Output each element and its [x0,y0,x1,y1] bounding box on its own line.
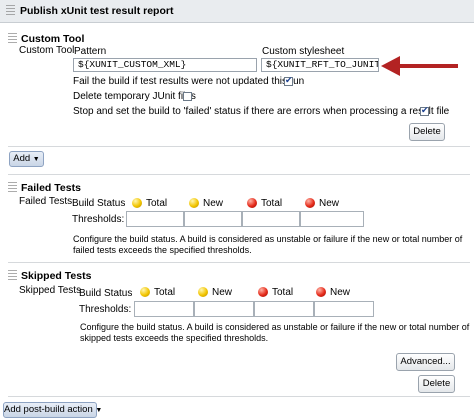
yellow-ball-icon [132,198,142,208]
skipped-new-failure-input[interactable] [314,301,374,317]
failed-new-failure-label: New [319,198,340,209]
failed-total-failure-label: Total [261,198,283,209]
divider [8,146,470,147]
option-fail-build-label: Fail the build if test results were not … [73,76,305,87]
option-delete-temp-label: Delete temporary JUnit files [73,91,196,102]
pattern-input[interactable]: ${XUNIT_CUSTOM_XML} [73,58,257,72]
option-stop-build-label: Stop and set the build to 'failed' statu… [73,106,450,117]
failed-new-failure-input[interactable] [300,211,364,227]
custom-tool-row-label: Custom Tool [19,45,75,56]
skipped-new-unstable-label: New [212,287,233,298]
failed-tests-row-label: Failed Tests [19,196,73,207]
custom-tool-section-title: Custom Tool [21,33,85,45]
chevron-down-icon: ▼ [32,156,40,163]
stop-build-checkbox[interactable] [420,105,429,116]
divider [8,262,470,263]
red-ball-icon [305,198,315,208]
skipped-new-failure-label: New [330,287,351,298]
red-ball-icon [316,287,326,297]
yellow-ball-icon [189,198,199,208]
advanced-button[interactable]: Advanced... [396,353,455,371]
skipped-thresholds-label: Thresholds: [79,304,132,315]
drag-handle-icon[interactable] [8,33,17,45]
stylesheet-input[interactable]: ${XUNIT_RFT_TO_JUNIT} [261,58,379,72]
divider [8,396,470,397]
skipped-total-unstable-label: Total [154,287,176,298]
delete-temp-checkbox[interactable] [183,92,192,101]
add-post-build-action-button[interactable]: Add post-build action ▼ [3,402,102,418]
skipped-total-failure-label: Total [272,287,294,298]
failed-total-failure-input[interactable] [242,211,300,227]
failed-tests-description: Configure the build status. A build is c… [73,234,463,255]
chevron-down-icon: ▼ [95,407,103,414]
failed-total-unstable-label: Total [146,198,168,209]
failed-new-unstable-label: New [203,198,224,209]
failed-new-unstable-input[interactable] [184,211,242,227]
failed-build-status-label: Build Status [72,198,126,209]
skipped-tests-description: Configure the build status. A build is c… [80,322,470,343]
add-post-build-label: Add post-build action [4,404,93,415]
red-ball-icon [258,287,268,297]
failed-thresholds-label: Thresholds: [72,214,125,225]
custom-tool-delete-button[interactable]: Delete [409,123,445,141]
add-dropdown-button[interactable]: Add ▼ [9,151,44,167]
drag-handle-icon[interactable] [8,270,17,282]
drag-handle-icon[interactable] [6,5,15,17]
skipped-build-status-label: Build Status [79,288,133,299]
section-header: Publish xUnit test result report [0,0,474,23]
skipped-total-failure-input[interactable] [254,301,314,317]
drag-handle-icon[interactable] [8,182,17,194]
skipped-total-unstable-input[interactable] [134,301,194,317]
failed-tests-section-title: Failed Tests [21,182,81,194]
yellow-ball-icon [140,287,150,297]
stylesheet-label: Custom stylesheet [262,46,345,57]
divider [8,174,470,175]
page-title: Publish xUnit test result report [20,5,174,17]
red-ball-icon [247,198,257,208]
fail-build-checkbox[interactable] [284,75,293,86]
pattern-label: Pattern [74,46,107,57]
skipped-tests-section-title: Skipped Tests [21,270,92,282]
yellow-ball-icon [198,287,208,297]
delete-button[interactable]: Delete [418,375,455,393]
failed-total-unstable-input[interactable] [126,211,184,227]
add-button-label: Add [13,153,31,164]
arrow-annotation-icon [381,56,458,76]
skipped-new-unstable-input[interactable] [194,301,254,317]
skipped-tests-row-label: Skipped Tests [19,285,82,296]
